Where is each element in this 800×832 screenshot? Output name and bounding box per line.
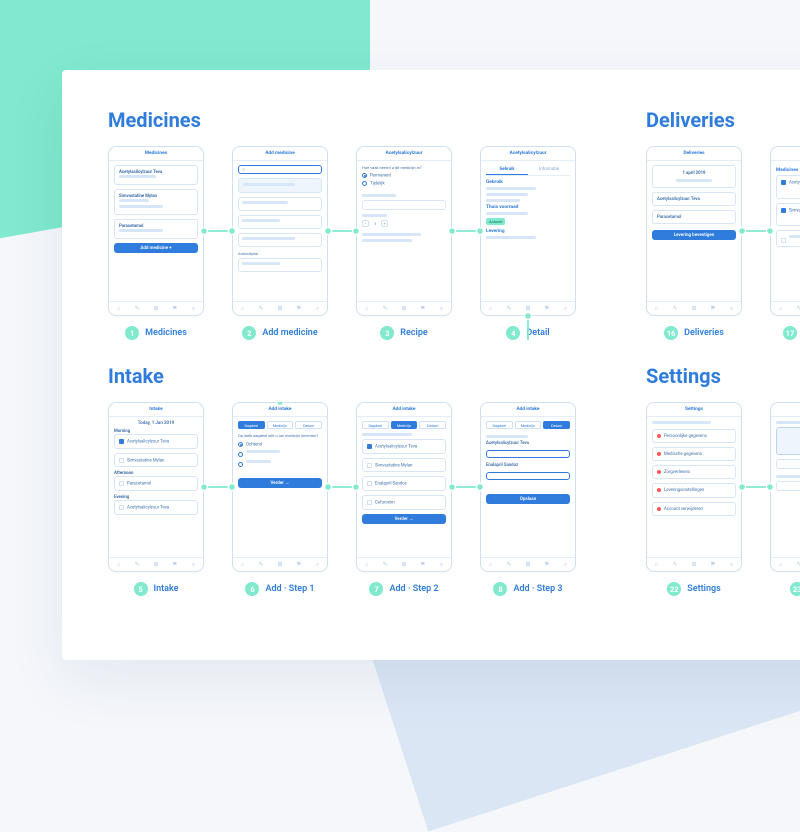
flow-canvas: Medicines Medicines [62, 70, 800, 660]
radio-temporary[interactable] [362, 181, 367, 186]
save-button[interactable]: Opslaan [486, 494, 570, 504]
screenshot-medicines[interactable]: Medicines Acetylsalicylzuur Teva Simvast… [108, 146, 204, 340]
screen-header: Add medicine [233, 147, 327, 161]
next-button[interactable]: Verder → [238, 478, 322, 488]
screenshot-add-delivery[interactable]: Add delivery Medicines Acetylsalicylzuur… [770, 146, 800, 340]
screen-header: Medicines [109, 147, 203, 161]
screenshot-recipe[interactable]: Acetylsalicylzuur Hoe vaak neemt u dit m… [356, 146, 452, 340]
search-input[interactable] [238, 165, 322, 174]
section-title-medicines: Medicines [108, 108, 576, 132]
screenshot-settings[interactable]: Settings Persoonlijke gegevens Medische … [646, 402, 742, 596]
screenshot-add-step1[interactable]: Add intake DagdeelMedicijnDatum Op welk … [232, 402, 328, 596]
screenshot-add-step2[interactable]: Add intake DagdeelMedicijnDatum Acetylsa… [356, 402, 452, 596]
section-title-settings: Settings [646, 364, 800, 388]
medicines-flow-row: Medicines Acetylsalicylzuur Teva Simvast… [108, 146, 576, 340]
status-tag: Actueel [486, 218, 505, 225]
intake-flow-row: Intake Today, 1 Jan 2019 Morning Acetyls… [108, 402, 576, 596]
screenshot-personal[interactable]: Persoonlijke ⌂✎⊞⚑⌕ 23Personal [770, 402, 800, 596]
screenshot-deliveries[interactable]: Deliveries 1 april 2019 Acetylsalicylzuu… [646, 146, 742, 340]
step-label: Medicines [145, 328, 187, 338]
section-title-intake: Intake [108, 364, 576, 388]
step-number: 1 [125, 326, 139, 340]
screenshot-detail[interactable]: Acetylsalicylzuur GebruikInformatie Gebr… [480, 146, 576, 340]
screenshot-add-medicine[interactable]: Add medicine Amlodipine ⌂✎⊞⚑⌕ 2Add me [232, 146, 328, 340]
screenshot-intake[interactable]: Intake Today, 1 Jan 2019 Morning Acetyls… [108, 402, 204, 596]
fab-add-medicine[interactable]: Add medicine + [114, 243, 198, 253]
confirm-delivery-button[interactable]: Levering bevestigen [652, 230, 736, 240]
tab-bar: ⌂✎⊞⚑⌕ [109, 301, 203, 315]
deliveries-flow-row: Deliveries 1 april 2019 Acetylsalicylzuu… [646, 146, 800, 340]
settings-flow-row: Settings Persoonlijke gegevens Medische … [646, 402, 800, 596]
radio-permanent[interactable] [362, 173, 367, 178]
section-title-deliveries: Deliveries [646, 108, 800, 132]
screenshot-add-step3[interactable]: Add intake DagdeelMedicijnDatum Acetylsa… [480, 402, 576, 596]
